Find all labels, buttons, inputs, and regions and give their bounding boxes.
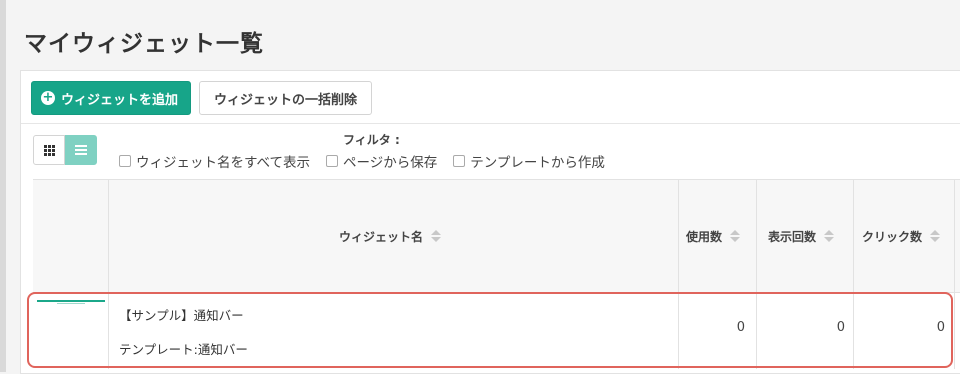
filter-created-from-template[interactable]: テンプレートから作成 xyxy=(453,151,605,171)
header-label: クリック数 xyxy=(862,229,923,244)
header-label: 使用数 xyxy=(686,229,723,244)
column-header-usage[interactable]: 使用数 xyxy=(686,180,741,292)
column-divider xyxy=(853,180,854,292)
page-title: マイウィジェット一覧 xyxy=(24,31,264,57)
column-divider xyxy=(108,180,109,292)
widget-list-panel: + ウィジェットを追加 ウィジェットの一括削除 フィルタ : ウィジェット名をす… xyxy=(20,70,960,374)
plus-circle-icon: + xyxy=(41,90,55,105)
filter-option-label: ウィジェット名をすべて表示 xyxy=(136,155,311,171)
column-header-views[interactable]: 表示回数 xyxy=(768,180,835,292)
sort-icon xyxy=(431,230,442,242)
filter-show-all-names[interactable]: ウィジェット名をすべて表示 xyxy=(119,151,310,171)
toolbar-divider xyxy=(21,123,960,124)
toolbar: + ウィジェットを追加 ウィジェットの一括削除 xyxy=(31,81,373,115)
filter-saved-from-page[interactable]: ページから保存 xyxy=(326,151,437,171)
grid-icon xyxy=(43,144,55,156)
checkbox[interactable] xyxy=(119,155,131,167)
list-icon xyxy=(75,145,87,155)
click-count: 0 xyxy=(936,320,945,335)
filter-label: フィルタ : xyxy=(343,133,400,147)
view-count: 0 xyxy=(836,320,845,335)
filter-option-label: ページから保存 xyxy=(343,155,438,171)
add-widget-button[interactable]: + ウィジェットを追加 xyxy=(31,81,192,115)
column-header-widget-name[interactable]: ウィジェット名 xyxy=(339,180,442,292)
bulk-delete-button[interactable]: ウィジェットの一括削除 xyxy=(199,81,373,115)
checkbox[interactable] xyxy=(453,155,466,167)
column-header-clicks[interactable]: クリック数 xyxy=(862,180,941,292)
list-view-button[interactable] xyxy=(65,135,97,165)
column-divider xyxy=(756,180,757,292)
checkbox[interactable] xyxy=(326,155,339,167)
widget-template: テンプレート:通知バー xyxy=(119,342,248,357)
column-divider xyxy=(678,180,679,292)
column-divider xyxy=(954,293,955,369)
grid-view-button[interactable] xyxy=(33,135,65,165)
left-edge-bar xyxy=(0,0,6,372)
filter-options: ウィジェット名をすべて表示 ページから保存 テンプレートから作成 xyxy=(119,151,605,171)
header-label: ウィジェット名 xyxy=(339,229,424,244)
header-label: 表示回数 xyxy=(768,229,817,244)
column-divider xyxy=(108,293,109,369)
sort-icon xyxy=(730,230,741,242)
column-divider xyxy=(954,180,955,292)
widget-thumbnail[interactable] xyxy=(37,300,105,330)
add-widget-label: ウィジェットを追加 xyxy=(61,92,179,108)
widget-name[interactable]: 【サンプル】通知バー xyxy=(119,305,244,324)
table-row[interactable]: 【サンプル】通知バー テンプレート:通知バー 0 0 0 xyxy=(33,293,960,369)
filter-option-label: テンプレートから作成 xyxy=(470,155,605,171)
table-header: ウィジェット名 使用数 表示回数 クリック数 xyxy=(33,179,960,293)
view-toggle xyxy=(33,135,97,165)
sort-icon xyxy=(930,230,941,242)
sort-icon xyxy=(824,230,835,242)
usage-count: 0 xyxy=(736,320,745,335)
